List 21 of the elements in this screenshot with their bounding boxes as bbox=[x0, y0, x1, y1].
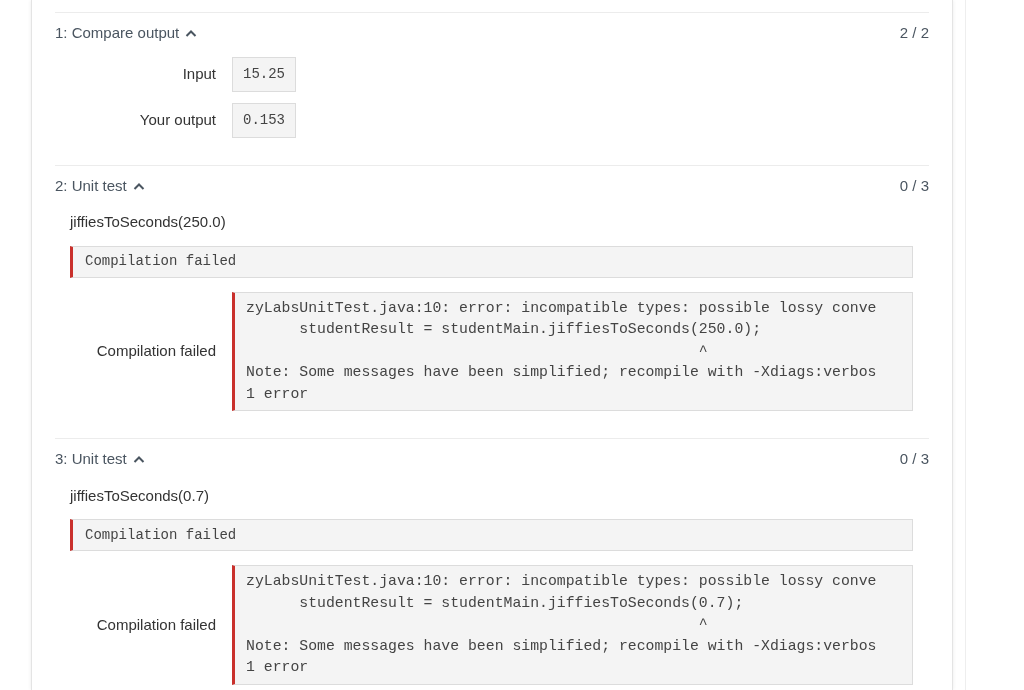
caret-up-icon[interactable] bbox=[185, 29, 198, 38]
test-score: 2 / 2 bbox=[899, 23, 929, 43]
test-score: 0 / 3 bbox=[899, 175, 929, 196]
row-label: Your output bbox=[138, 109, 216, 130]
caret-up-icon[interactable] bbox=[132, 455, 145, 464]
row-label: Compilation failed bbox=[95, 341, 216, 361]
test-title[interactable]: 3: Unit test bbox=[55, 448, 127, 471]
status-message: Compilation failed bbox=[70, 519, 913, 551]
test-call: jiffiesToSeconds(0.7) bbox=[70, 485, 210, 506]
test-score: 0 / 3 bbox=[899, 449, 929, 469]
caret-up-icon[interactable] bbox=[132, 181, 145, 190]
status-message: Compilation failed bbox=[70, 245, 913, 278]
output-value: 0.153 bbox=[232, 102, 296, 138]
test-call: jiffiesToSeconds(250.0) bbox=[70, 212, 227, 232]
test-title[interactable]: 1: Compare output bbox=[55, 22, 180, 45]
error-output: zyLabsUnitTest.java:10: error: incompatible types: possible lossy conve studentResult = studentMain.jiffiesToSeconds(250.0); ^ Note: Some messages have been simplified; recompile with -Xdiags:verbos 1 error bbox=[232, 291, 913, 411]
row-label: Input bbox=[181, 63, 216, 84]
error-output: zyLabsUnitTest.java:10: error: incompatible types: possible lossy conve studentResult = studentMain.jiffiesToSeconds(0.7); ^ Note: Some messages have been simplified; recompile with -Xdiags:verbos 1 error bbox=[232, 565, 913, 685]
output-value: 15.25 bbox=[232, 56, 296, 92]
row-label: Compilation failed bbox=[95, 614, 216, 635]
test-title[interactable]: 2: Unit test bbox=[55, 174, 127, 197]
